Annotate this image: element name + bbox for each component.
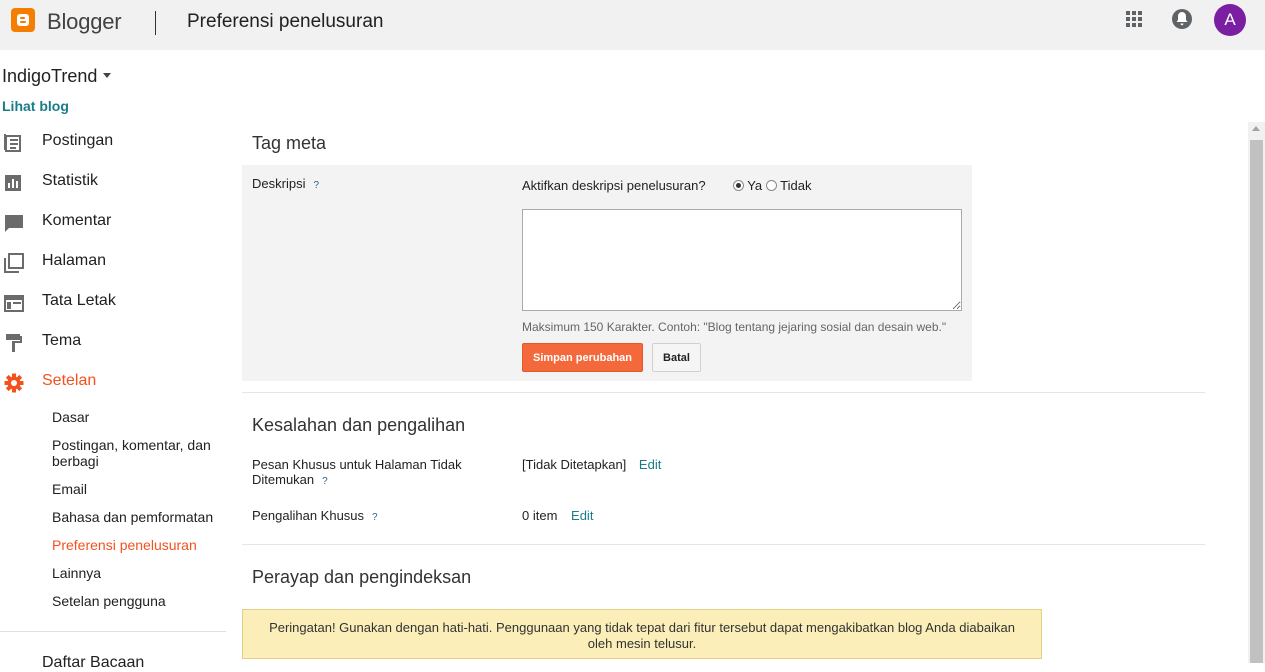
theme-icon (6, 334, 22, 352)
sidebar-item-label: Setelan (42, 372, 97, 389)
notfound-label: Pesan Khusus untuk Halaman Tidak Ditemuk… (252, 457, 492, 489)
sidebar-item-comments[interactable]: Komentar (0, 210, 220, 236)
sidebar-subitem-search-preferences[interactable]: Preferensi penelusuran (52, 537, 222, 553)
top-bar: Blogger Preferensi penelusuran A (0, 0, 1265, 50)
scroll-up-arrow-icon[interactable] (1252, 126, 1260, 131)
sidebar-item-label: Postingan (42, 132, 114, 149)
save-changes-button[interactable]: Simpan perubahan (522, 343, 643, 372)
help-icon[interactable]: ? (313, 180, 319, 191)
sidebar-item-reading-list[interactable]: Daftar Bacaan (42, 654, 144, 672)
sidebar-subitem-email[interactable]: Email (52, 481, 222, 497)
sidebar-item-label: Komentar (42, 212, 112, 229)
description-label-text: Deskripsi (252, 176, 306, 191)
description-label: Deskripsi? (252, 176, 319, 191)
notfound-label-text: Pesan Khusus untuk Halaman Tidak Ditemuk… (252, 457, 462, 487)
brand-name[interactable]: Blogger (47, 9, 122, 35)
pages-icon (4, 253, 24, 273)
comments-icon (5, 215, 23, 232)
posts-icon (4, 134, 21, 152)
redirect-label: Pengalihan Khusus? (252, 508, 378, 523)
redirect-value: 0 item (522, 508, 558, 523)
notfound-value-row: [Tidak Ditetapkan] Edit (522, 457, 661, 472)
sidebar-subitem-basic[interactable]: Dasar (52, 409, 222, 425)
scrollbar-thumb[interactable] (1250, 140, 1263, 663)
section-title-errors: Kesalahan dan pengalihan (252, 415, 466, 435)
radio-yes[interactable] (732, 180, 744, 192)
avatar[interactable]: A (1214, 4, 1246, 36)
edit-notfound-link[interactable]: Edit (639, 457, 661, 472)
sidebar-subitem-language[interactable]: Bahasa dan pemformatan (52, 509, 222, 525)
description-hint: Maksimum 150 Karakter. Contoh: "Blog ten… (522, 320, 947, 334)
header-divider (155, 11, 156, 35)
sidebar-item-settings[interactable]: Setelan (0, 370, 220, 396)
sidebar-item-stats[interactable]: Statistik (0, 170, 220, 196)
blogger-logo-icon[interactable] (11, 8, 35, 32)
redirect-label-text: Pengalihan Khusus (252, 508, 365, 523)
section-title-crawlers: Perayap dan pengindeksan (252, 567, 472, 587)
help-icon[interactable]: ? (322, 476, 328, 487)
notifications-bell-icon[interactable] (1172, 9, 1192, 29)
sidebar-item-layout[interactable]: Tata Letak (0, 290, 220, 316)
radio-no[interactable] (765, 180, 777, 192)
section-divider (242, 544, 1205, 545)
sidebar-item-label: Tata Letak (42, 292, 116, 309)
radio-yes-label[interactable]: Ya (747, 178, 762, 193)
sidebar-subitem-posts-comments[interactable]: Postingan, komentar, dan berbagi (52, 437, 222, 469)
sidebar-item-label: Statistik (42, 172, 99, 189)
stats-icon (5, 175, 21, 191)
section-title-meta-tags: Tag meta (252, 133, 327, 153)
enable-description-row: Aktifkan deskripsi penelusuran? Ya Tidak (522, 178, 811, 193)
sidebar-subitem-other[interactable]: Lainnya (52, 565, 222, 581)
cancel-button[interactable]: Batal (652, 343, 701, 372)
page-title: Preferensi penelusuran (187, 11, 384, 32)
view-blog-link[interactable]: Lihat blog (2, 98, 69, 114)
help-icon[interactable]: ? (372, 512, 378, 523)
sidebar-item-pages[interactable]: Halaman (0, 250, 220, 276)
warning-banner: Peringatan! Gunakan dengan hati-hati. Pe… (242, 609, 1042, 659)
gear-icon (4, 373, 24, 393)
edit-redirect-link[interactable]: Edit (571, 508, 593, 523)
sidebar-divider (0, 631, 226, 632)
section-divider (242, 392, 1205, 393)
enable-description-question: Aktifkan deskripsi penelusuran? (522, 178, 706, 193)
description-textarea[interactable] (522, 209, 962, 311)
sidebar-item-posts[interactable]: Postingan (0, 130, 220, 156)
radio-no-label[interactable]: Tidak (780, 178, 811, 193)
apps-grid-icon[interactable] (1126, 11, 1142, 27)
blog-name: IndigoTrend (2, 66, 98, 86)
notfound-value: [Tidak Ditetapkan] (522, 457, 627, 472)
sidebar-subitem-user-settings[interactable]: Setelan pengguna (52, 593, 222, 609)
sidebar-item-label: Tema (42, 332, 82, 349)
caret-down-icon (103, 72, 112, 78)
layout-icon (4, 295, 24, 312)
sidebar-item-label: Halaman (42, 252, 107, 269)
sidebar-item-theme[interactable]: Tema (0, 330, 220, 356)
blog-switcher[interactable]: IndigoTrend (2, 66, 112, 87)
redirect-value-row: 0 item Edit (522, 508, 593, 523)
